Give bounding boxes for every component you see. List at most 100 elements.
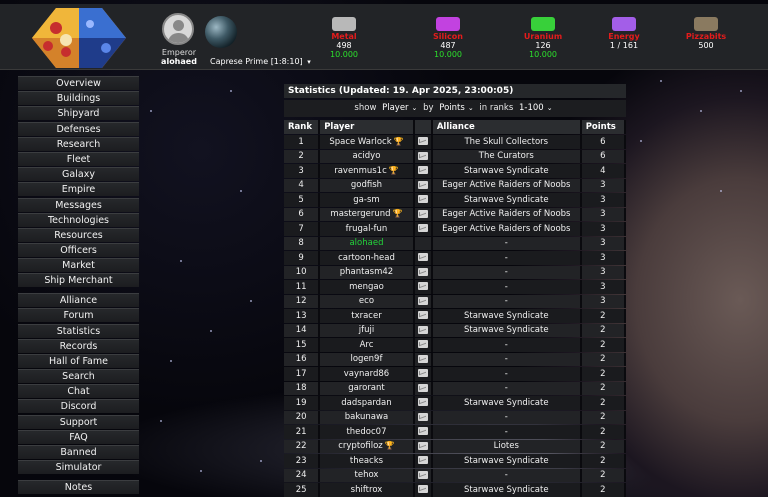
sidebar-item-overview[interactable]: Overview — [18, 76, 139, 90]
mail-icon[interactable] — [417, 166, 428, 175]
sidebar-item-support[interactable]: Support — [18, 414, 139, 429]
sidebar-item-fleet[interactable]: Fleet — [18, 151, 139, 166]
mail-icon[interactable] — [417, 180, 428, 189]
mail-icon[interactable] — [417, 470, 428, 479]
sidebar-item-technologies[interactable]: Technologies — [18, 212, 139, 227]
alliance-cell[interactable]: - — [432, 410, 582, 424]
alliance-cell[interactable]: Liotes — [432, 439, 582, 453]
mail-icon[interactable] — [417, 441, 428, 450]
player-name-link[interactable]: txracer — [351, 311, 381, 321]
player-name-link[interactable]: frugal-fun — [346, 224, 388, 234]
player-name-link[interactable]: mastergerund — [330, 209, 390, 219]
player-name-link[interactable]: Space Warlock — [329, 137, 391, 147]
alliance-cell[interactable]: - — [432, 352, 582, 366]
sidebar-item-statistics[interactable]: Statistics — [18, 323, 139, 338]
mail-icon[interactable] — [417, 398, 428, 407]
player-name-link[interactable]: eco — [359, 296, 374, 306]
mail-icon[interactable] — [417, 253, 428, 262]
player-cell[interactable]: ravenmus1c 🏆 — [320, 164, 415, 178]
mail-icon[interactable] — [417, 267, 428, 276]
sidebar-item-officers[interactable]: Officers — [18, 243, 139, 258]
player-cell[interactable]: logen9f — [320, 352, 415, 366]
mail-icon[interactable] — [417, 224, 428, 233]
mail-icon[interactable] — [417, 137, 428, 146]
player-name-link[interactable]: thedoc07 — [346, 427, 386, 437]
player-cell[interactable]: garorant — [320, 381, 415, 395]
ranks-select[interactable]: 1-100 ⌄ — [516, 100, 556, 117]
mail-icon[interactable] — [417, 427, 428, 436]
sidebar-item-chat[interactable]: Chat — [18, 384, 139, 399]
alliance-cell[interactable]: Starwave Syndicate — [432, 193, 582, 207]
alliance-cell[interactable]: - — [432, 294, 582, 308]
sidebar-item-notes[interactable]: Notes — [18, 479, 139, 494]
mail-icon[interactable] — [417, 340, 428, 349]
player-name-link[interactable]: vaynard86 — [344, 369, 389, 379]
player-cell[interactable]: dadspardan — [320, 396, 415, 410]
player-cell[interactable]: frugal-fun — [320, 222, 415, 236]
alliance-cell[interactable]: - — [432, 425, 582, 439]
player-cell[interactable]: Arc — [320, 338, 415, 352]
player-name-link[interactable]: jfuji — [359, 325, 374, 335]
sidebar-item-resources[interactable]: Resources — [18, 227, 139, 242]
player-cell[interactable]: bakunawa — [320, 410, 415, 424]
mail-icon[interactable] — [417, 282, 428, 291]
alliance-cell[interactable]: - — [432, 367, 582, 381]
player-cell[interactable]: tehox — [320, 468, 415, 482]
alliance-cell[interactable]: - — [432, 381, 582, 395]
player-cell[interactable]: godfish — [320, 178, 415, 192]
player-name-link[interactable]: logen9f — [350, 354, 382, 364]
player-name-link[interactable]: dadspardan — [341, 398, 391, 408]
alliance-cell[interactable]: Eager Active Raiders of Noobs — [432, 207, 582, 221]
mail-icon[interactable] — [417, 325, 428, 334]
planet-selector[interactable]: Caprese Prime [1:8:10] ▾ — [210, 57, 311, 66]
sidebar-item-hall-of-fame[interactable]: Hall of Fame — [18, 353, 139, 368]
sidebar-item-forum[interactable]: Forum — [18, 308, 139, 323]
game-logo[interactable] — [26, 4, 132, 72]
mail-icon[interactable] — [417, 485, 428, 494]
sidebar-item-galaxy[interactable]: Galaxy — [18, 167, 139, 182]
alliance-cell[interactable]: Eager Active Raiders of Noobs — [432, 178, 582, 192]
player-cell[interactable]: txracer — [320, 309, 415, 323]
player-cell[interactable]: Space Warlock 🏆 — [320, 135, 415, 149]
sidebar-item-buildings[interactable]: Buildings — [18, 91, 139, 106]
sidebar-item-search[interactable]: Search — [18, 369, 139, 384]
player-cell[interactable]: cryptofiloz 🏆 — [320, 439, 415, 453]
sidebar-item-shipyard[interactable]: Shipyard — [18, 106, 139, 121]
player-name-link[interactable]: ga-sm — [353, 195, 379, 205]
mail-icon[interactable] — [417, 151, 428, 160]
sidebar-item-market[interactable]: Market — [18, 258, 139, 273]
by-select[interactable]: Points ⌄ — [436, 100, 476, 117]
player-cell[interactable]: eco — [320, 294, 415, 308]
sidebar-item-discord[interactable]: Discord — [18, 399, 139, 414]
player-cell[interactable]: jfuji — [320, 323, 415, 337]
player-name-link[interactable]: theacks — [350, 456, 383, 466]
player-name-link[interactable]: Arc — [360, 340, 374, 350]
show-select[interactable]: Player ⌄ — [379, 100, 420, 117]
player-cell[interactable]: shiftrox — [320, 483, 415, 497]
mail-icon[interactable] — [417, 412, 428, 421]
mail-icon[interactable] — [417, 354, 428, 363]
mail-icon[interactable] — [417, 369, 428, 378]
sidebar-item-research[interactable]: Research — [18, 136, 139, 151]
sidebar-item-records[interactable]: Records — [18, 338, 139, 353]
player-name-link[interactable]: garorant — [348, 383, 385, 393]
sidebar-item-banned[interactable]: Banned — [18, 445, 139, 459]
alliance-cell[interactable]: Starwave Syndicate — [432, 396, 582, 410]
player-cell[interactable]: thedoc07 — [320, 425, 415, 439]
alliance-cell[interactable]: - — [432, 236, 582, 250]
player-name-link[interactable]: tehox — [355, 470, 379, 480]
player-cell[interactable]: cartoon-head — [320, 251, 415, 265]
player-cell[interactable]: vaynard86 — [320, 367, 415, 381]
player-cell[interactable]: alohaed — [320, 236, 415, 250]
alliance-cell[interactable]: Eager Active Raiders of Noobs — [432, 222, 582, 236]
player-cell[interactable]: phantasm42 — [320, 265, 415, 279]
player-name-link[interactable]: ravenmus1c — [334, 166, 387, 176]
player-name-link[interactable]: bakunawa — [345, 412, 388, 422]
sidebar-item-alliance[interactable]: Alliance — [18, 293, 139, 308]
mail-icon[interactable] — [417, 195, 428, 204]
player-name-link[interactable]: cryptofiloz — [338, 441, 383, 451]
alliance-cell[interactable]: - — [432, 338, 582, 352]
alliance-cell[interactable]: Starwave Syndicate — [432, 454, 582, 468]
sidebar-item-simulator[interactable]: Simulator — [18, 460, 139, 475]
alliance-cell[interactable]: - — [432, 468, 582, 482]
